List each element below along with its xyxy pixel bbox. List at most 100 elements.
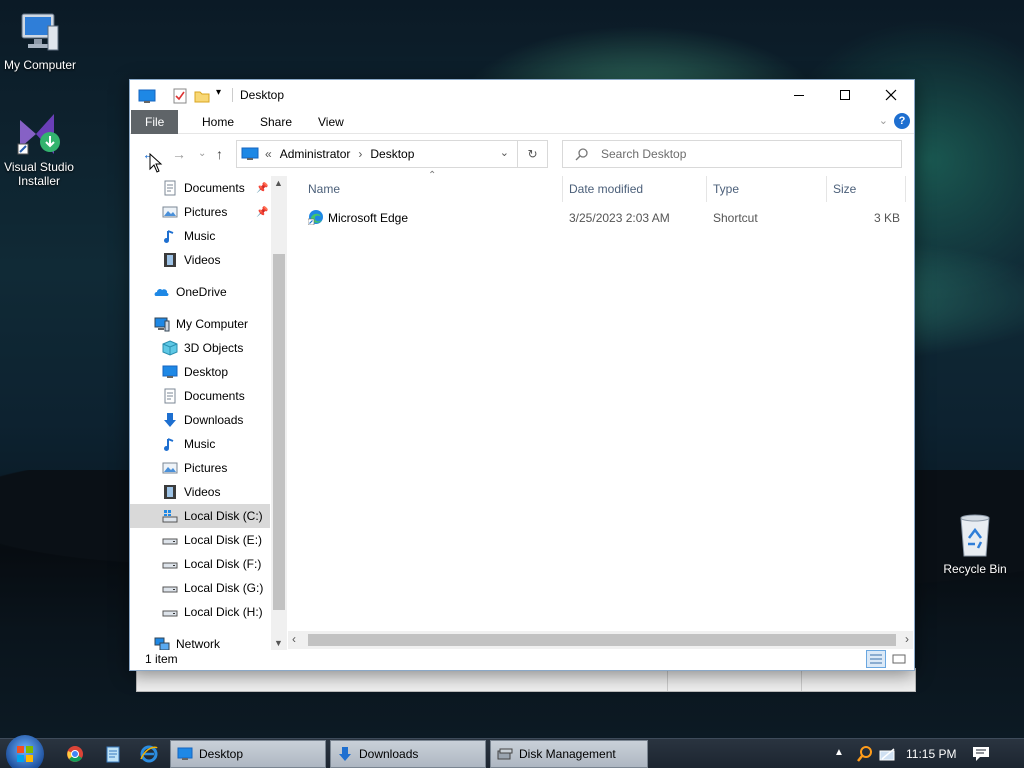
- taskbar: Desktop Downloads Disk Management ▲ 11:1…: [0, 735, 1024, 768]
- clock[interactable]: 11:15 PM: [906, 747, 956, 761]
- details-view-button[interactable]: [866, 650, 886, 668]
- navigation-scrollbar[interactable]: ▲ ▼: [271, 176, 287, 650]
- nav-item-downloads[interactable]: Downloads: [130, 408, 270, 432]
- address-dropdown-icon[interactable]: ⌄: [500, 146, 509, 159]
- large-icons-view-button[interactable]: [890, 651, 908, 667]
- column-header-date-modified[interactable]: Date modified: [569, 182, 643, 196]
- nav-item-documents-quick[interactable]: Documents 📌: [130, 176, 270, 200]
- window-title: Desktop: [240, 88, 285, 102]
- refresh-button[interactable]: ↻: [518, 140, 548, 168]
- nav-item-music[interactable]: Music: [130, 432, 270, 456]
- nav-item-my-computer[interactable]: My Computer: [130, 312, 270, 336]
- scrollbar-thumb[interactable]: [273, 254, 285, 610]
- status-bar: 1 item: [130, 648, 914, 670]
- customize-quick-access-icon[interactable]: ▾: [216, 87, 221, 103]
- desktop-icon-my-computer[interactable]: My Computer: [0, 8, 80, 72]
- nav-item-desktop[interactable]: Desktop: [130, 360, 270, 384]
- nav-item-videos-quick[interactable]: Videos: [130, 248, 270, 272]
- music-icon: [164, 230, 174, 243]
- breadcrumb-current[interactable]: Desktop: [370, 147, 414, 161]
- nav-item-pictures[interactable]: Pictures: [130, 456, 270, 480]
- column-header-name[interactable]: Name: [308, 182, 340, 196]
- breadcrumb-chevron-icon[interactable]: ›: [358, 147, 362, 161]
- maximize-button[interactable]: [822, 80, 868, 110]
- item-count: 1 item: [145, 652, 178, 666]
- new-folder-icon[interactable]: [194, 88, 210, 104]
- disk-management-icon: [497, 748, 513, 760]
- breadcrumb-root[interactable]: Administrator: [280, 147, 351, 161]
- desktop-icon-recycle-bin[interactable]: Recycle Bin: [935, 512, 1015, 576]
- nav-item-onedrive[interactable]: OneDrive: [130, 280, 270, 304]
- nav-item-local-disk-f[interactable]: Local Disk (F:): [130, 552, 270, 576]
- scroll-right-icon[interactable]: ›: [905, 632, 909, 646]
- computer-icon: [154, 317, 170, 332]
- drive-icon: [162, 538, 178, 545]
- taskbar-button-disk-management[interactable]: Disk Management: [490, 740, 648, 768]
- scroll-left-icon[interactable]: ‹: [292, 632, 296, 646]
- action-center-icon[interactable]: [972, 746, 990, 762]
- tab-file[interactable]: File: [131, 110, 179, 134]
- close-icon: [885, 89, 897, 101]
- notepad-icon[interactable]: [104, 745, 122, 763]
- recent-locations-button[interactable]: ⌄: [198, 148, 206, 159]
- desktop-icon-visual-studio-installer[interactable]: Visual Studio Installer: [0, 108, 79, 188]
- internet-explorer-icon[interactable]: [140, 745, 158, 763]
- pictures-icon: [162, 206, 178, 218]
- minimize-icon: [794, 94, 804, 96]
- navigation-bar: ← → ⌄ ↑ « Administrator › Desktop ⌄ ↻ Se…: [130, 138, 914, 170]
- chrome-icon[interactable]: [66, 745, 84, 763]
- forward-button[interactable]: →: [172, 146, 186, 162]
- tab-view[interactable]: View: [304, 110, 358, 134]
- scroll-down-icon[interactable]: ▼: [274, 638, 283, 648]
- search-input[interactable]: Search Desktop: [562, 140, 902, 168]
- network-tray-icon[interactable]: [878, 745, 898, 763]
- taskbar-button-downloads[interactable]: Downloads: [330, 740, 486, 768]
- nav-item-pictures-quick[interactable]: Pictures 📌: [130, 200, 270, 224]
- nav-item-local-disk-g[interactable]: Local Disk (G:): [130, 576, 270, 600]
- nav-item-music-quick[interactable]: Music: [130, 224, 270, 248]
- close-button[interactable]: [868, 80, 914, 110]
- nav-item-local-disk-e[interactable]: Local Disk (E:): [130, 528, 270, 552]
- column-header-size[interactable]: Size: [833, 182, 856, 196]
- desktop-folder-icon: [138, 89, 156, 103]
- address-bar[interactable]: « Administrator › Desktop ⌄: [236, 140, 518, 168]
- minimize-button[interactable]: [776, 80, 822, 110]
- overflow-breadcrumb-icon[interactable]: «: [265, 147, 272, 161]
- file-list: ⌃ Name Date modified Type Size Microsoft…: [288, 170, 914, 650]
- file-row[interactable]: Microsoft Edge 3/25/2023 2:03 AM Shortcu…: [306, 206, 900, 230]
- documents-icon: [164, 388, 176, 404]
- nav-item-documents[interactable]: Documents: [130, 384, 270, 408]
- help-icon[interactable]: ?: [894, 113, 910, 129]
- show-hidden-icons-icon[interactable]: ▲: [834, 747, 844, 758]
- nav-item-local-disk-c[interactable]: Local Disk (C:): [130, 504, 270, 528]
- expand-ribbon-icon[interactable]: ⌄: [879, 114, 888, 127]
- search-icon: [575, 148, 588, 161]
- details-view-icon: [870, 654, 882, 664]
- nav-item-videos[interactable]: Videos: [130, 480, 270, 504]
- desktop-icon-label: My Computer: [3, 58, 77, 72]
- title-bar[interactable]: ▾ Desktop: [130, 80, 914, 110]
- desktop-folder-icon: [241, 147, 259, 160]
- search-placeholder: Search Desktop: [601, 147, 687, 161]
- properties-icon[interactable]: [172, 88, 188, 104]
- tab-share[interactable]: Share: [246, 110, 306, 134]
- pin-icon[interactable]: 📌: [256, 207, 268, 218]
- taskbar-button-desktop[interactable]: Desktop: [170, 740, 326, 768]
- start-button[interactable]: [6, 735, 44, 768]
- pin-icon[interactable]: 📌: [256, 183, 268, 194]
- column-header-type[interactable]: Type: [713, 182, 739, 196]
- refresh-icon: ↻: [527, 147, 538, 161]
- nav-item-local-disk-h[interactable]: Local Dick (H:): [130, 600, 270, 624]
- file-explorer-window: ▾ Desktop File Home Share View ⌄ ? ← → ⌄…: [129, 79, 915, 671]
- nav-item-3d-objects[interactable]: 3D Objects: [130, 336, 270, 360]
- horizontal-scrollbar[interactable]: ‹ ›: [288, 631, 913, 649]
- search-tray-icon[interactable]: [856, 745, 874, 763]
- visual-studio-installer-icon: [17, 114, 60, 155]
- scroll-up-icon[interactable]: ▲: [274, 178, 283, 188]
- desktop-icon-label: Recycle Bin: [943, 562, 1007, 576]
- taskbar-button-label: Downloads: [359, 747, 419, 761]
- computer-icon: [21, 13, 59, 51]
- scrollbar-thumb[interactable]: [308, 634, 896, 646]
- up-button[interactable]: ↑: [216, 146, 223, 162]
- tab-home[interactable]: Home: [188, 110, 248, 134]
